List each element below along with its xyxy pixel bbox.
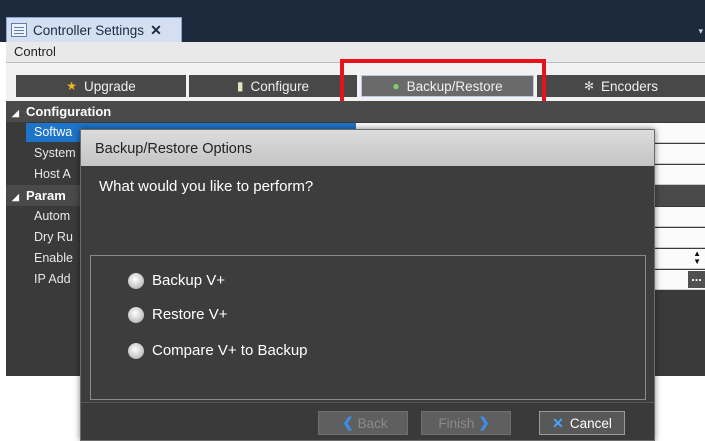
- configure-icon: ▮: [236, 79, 244, 93]
- section-configuration[interactable]: ◢ Configuration: [6, 101, 705, 122]
- collapse-triangle-icon: ◢: [12, 192, 19, 202]
- star-icon: ★: [66, 79, 77, 93]
- radio-button-icon[interactable]: [128, 342, 144, 359]
- row-label: Autom: [34, 209, 71, 223]
- collapse-triangle-icon: ◢: [12, 108, 19, 118]
- close-tab-icon[interactable]: ✕: [150, 22, 162, 39]
- option-restore[interactable]: Restore V+: [128, 306, 227, 323]
- dialog-title: Backup/Restore Options: [81, 130, 654, 166]
- radio-button-icon[interactable]: [128, 272, 144, 289]
- section-label: Configuration: [26, 104, 112, 119]
- configure-button-label: Configure: [250, 78, 310, 94]
- cancel-button-label: Cancel: [569, 415, 612, 431]
- row-label: Softwa: [34, 125, 73, 139]
- tab-title: Controller Settings: [33, 22, 145, 38]
- back-button[interactable]: ❮ Back: [318, 411, 408, 435]
- row-label: IP Add: [34, 272, 71, 286]
- cancel-button[interactable]: ✕ Cancel: [539, 411, 625, 435]
- tab-menu-dropdown-icon[interactable]: ▾: [698, 26, 703, 37]
- finish-button[interactable]: Finish ❯: [421, 411, 511, 435]
- gear-icon: ✻: [583, 79, 594, 93]
- option-backup[interactable]: Backup V+: [128, 272, 225, 289]
- finish-button-label: Finish: [438, 415, 475, 431]
- chevron-left-icon: ❮: [342, 415, 354, 430]
- upgrade-button-label: Upgrade: [83, 78, 136, 94]
- options-group: Backup V+ Restore V+ Compare V+ to Backu…: [90, 255, 646, 400]
- radio-button-icon[interactable]: [128, 306, 144, 323]
- backup-restore-dialog: Backup/Restore Options What would you li…: [80, 129, 655, 441]
- settings-document-icon: [11, 23, 27, 37]
- close-icon: ✕: [552, 414, 564, 431]
- row-label: System: [34, 146, 76, 160]
- chevron-right-icon: ❯: [478, 415, 490, 430]
- configure-button[interactable]: ▮ Configure: [189, 75, 357, 97]
- back-button-label: Back: [357, 415, 388, 431]
- row-label: Host A: [34, 167, 71, 181]
- row-label: Enable: [34, 251, 73, 265]
- dialog-footer: ❮ Back Finish ❯ ✕ Cancel: [81, 402, 654, 440]
- option-compare[interactable]: Compare V+ to Backup: [128, 342, 308, 359]
- option-label: Restore V+: [152, 306, 228, 323]
- upgrade-button[interactable]: ★ Upgrade: [16, 75, 186, 97]
- option-label: Backup V+: [152, 272, 225, 289]
- spinner-arrows-icon[interactable]: ▲ ▼: [693, 250, 701, 266]
- section-label: Param: [26, 188, 66, 203]
- document-tab-strip: Controller Settings ✕ ▾: [0, 0, 705, 42]
- encoders-button[interactable]: ✻ Encoders: [537, 75, 705, 97]
- ellipsis-button[interactable]: ...: [688, 271, 705, 288]
- row-label: Dry Ru: [34, 230, 73, 244]
- dialog-question: What would you like to perform?: [99, 178, 314, 195]
- encoders-button-label: Encoders: [601, 78, 659, 94]
- tab-controller-settings[interactable]: Controller Settings ✕: [6, 17, 182, 42]
- option-label: Compare V+ to Backup: [152, 342, 308, 359]
